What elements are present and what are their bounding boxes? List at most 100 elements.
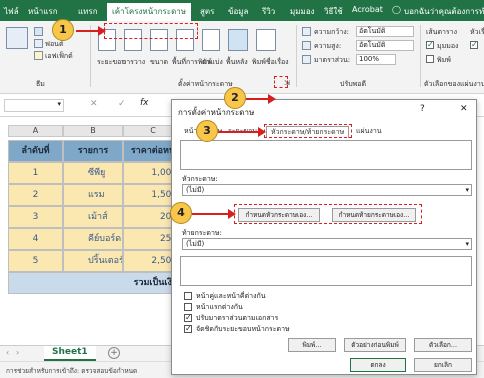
headings-view-checkbox[interactable]	[470, 40, 478, 49]
gridlines-print-label: พิมพ์	[437, 56, 451, 64]
print-titles-icon[interactable]	[256, 29, 276, 51]
close-icon[interactable]: ✕	[460, 104, 468, 114]
tab-view[interactable]: มุมมอง	[290, 5, 315, 18]
table-cell[interactable]: 5	[8, 250, 63, 272]
name-box[interactable]: ▾	[4, 99, 64, 112]
callout-badge-3: 3	[196, 120, 218, 142]
scale-icon	[302, 55, 311, 64]
highlight-page-layout-tab	[104, 23, 198, 39]
tab-page-layout[interactable]: เค้าโครงหน้ากระดาษ	[107, 3, 192, 21]
gridlines-print-checkbox[interactable]	[426, 55, 434, 63]
sheet-tab-sheet1[interactable]: Sheet1	[44, 346, 96, 361]
table-cell[interactable]: แรม	[63, 184, 123, 206]
arrow-4	[192, 213, 230, 215]
table-cell[interactable]: 2	[8, 184, 63, 206]
callout-badge-2: 2	[224, 87, 246, 109]
scroll-left-icon[interactable]: ‹	[6, 348, 9, 357]
page-setup-dialog: การตั้งค่าหน้ากระดาษ ? ✕ หน้ากระดาษ ระยะ…	[171, 99, 477, 375]
options-button[interactable]: ตัวเลือก...	[414, 338, 472, 352]
tab-file[interactable]: ไฟล์	[4, 5, 19, 18]
height-select[interactable]: อัตโนมัติ	[356, 40, 414, 51]
scale-input[interactable]: 100%	[356, 54, 396, 65]
align-with-margins-checkbox[interactable]	[184, 324, 192, 333]
different-first-page-label: หน้าแรกต่างกัน	[196, 303, 243, 311]
print-preview-button[interactable]: ตัวอย่างก่อนพิมพ์	[344, 338, 406, 352]
chevron-down-icon[interactable]: ▾	[57, 100, 61, 108]
colors-icon[interactable]	[34, 27, 43, 36]
group-separator	[420, 25, 421, 87]
arrow-head-icon	[268, 94, 276, 104]
tell-me-search[interactable]: บอกฉันว่าคุณต้องการทำอะไร	[404, 5, 484, 18]
chevron-down-icon: ▾	[465, 186, 469, 194]
effects-label[interactable]: เอฟเฟ็กต์	[45, 51, 73, 62]
fonts-icon[interactable]	[34, 39, 43, 48]
headings-label: หัวเรื่อง	[470, 28, 484, 36]
table-header-cell[interactable]: ลำดับที่	[8, 140, 63, 162]
gridlines-label: เส้นตาราง	[426, 28, 458, 36]
breaks-label[interactable]: ตัวแบ่ง	[202, 57, 223, 68]
width-icon	[302, 27, 311, 36]
arrow-1	[76, 30, 100, 32]
scale-with-document-label: ปรับมาตราส่วนตามเอกสาร	[196, 314, 279, 322]
footer-select-value: (ไม่มี)	[186, 240, 205, 248]
background-icon[interactable]	[228, 29, 248, 51]
function-icon[interactable]: fx	[140, 98, 149, 108]
cancel-button[interactable]: ยกเลิก	[414, 358, 472, 372]
group-separator	[90, 25, 91, 87]
tab-home[interactable]: หน้าแรก	[28, 5, 58, 18]
tab-sheet[interactable]: แผ่นงาน	[352, 126, 386, 138]
highlight-dialog-launcher	[274, 76, 288, 88]
enter-icon[interactable]: ✓	[118, 99, 126, 109]
tab-help[interactable]: วิธีใช้	[324, 5, 343, 18]
total-row-label[interactable]: รวมเป็นเงิน	[8, 272, 183, 294]
table-header-cell[interactable]: รายการ	[63, 140, 123, 162]
cancel-icon[interactable]: ✕	[90, 99, 98, 109]
tab-formulas[interactable]: สูตร	[200, 5, 214, 18]
table-cell[interactable]: 4	[8, 228, 63, 250]
different-odd-even-checkbox[interactable]	[184, 292, 192, 300]
tab-review[interactable]: รีวิว	[262, 5, 275, 18]
table-cell[interactable]: ซีพียู	[63, 162, 123, 184]
align-with-margins-label: จัดชิดกับระยะขอบหน้ากระดาษ	[196, 325, 290, 333]
table-cell[interactable]: 3	[8, 206, 63, 228]
footer-preview	[180, 256, 472, 286]
add-sheet-icon[interactable]: +	[108, 347, 120, 359]
arrow-head-icon	[228, 209, 236, 219]
header-select[interactable]: (ไม่มี) ▾	[182, 184, 472, 196]
different-first-page-checkbox[interactable]	[184, 303, 192, 311]
size-label[interactable]: ขนาด	[150, 57, 168, 68]
scale-with-document-checkbox[interactable]	[184, 313, 192, 322]
table-cell[interactable]: เม้าส์	[63, 206, 123, 228]
effects-icon[interactable]	[34, 51, 43, 60]
table-cell[interactable]: ปริ้นเตอร์	[63, 250, 123, 272]
tab-data[interactable]: ข้อมูล	[228, 5, 248, 18]
print-titles-label[interactable]: พิมพ์ชื่อเรื่อง	[252, 57, 289, 68]
themes-group-label: ธีม	[36, 80, 45, 88]
footer-select[interactable]: (ไม่มี) ▾	[182, 238, 472, 250]
column-header-a[interactable]: A	[8, 125, 63, 137]
table-cell[interactable]: คีย์บอร์ด	[63, 228, 123, 250]
help-icon[interactable]: ?	[420, 104, 425, 114]
arrow-3	[218, 131, 260, 133]
orientation-label[interactable]: การวาง	[122, 57, 145, 68]
scroll-right-icon[interactable]: ›	[16, 348, 19, 357]
tab-acrobat[interactable]: Acrobat	[352, 5, 383, 14]
scale-label: มาตราส่วน:	[314, 56, 351, 64]
ok-button[interactable]: ตกลง	[350, 358, 406, 372]
width-select[interactable]: อัตโนมัติ	[356, 26, 414, 37]
gridlines-view-checkbox[interactable]	[426, 40, 434, 49]
dialog-title: การตั้งค่าหน้ากระดาษ	[178, 108, 255, 117]
arrow-2	[246, 98, 270, 100]
height-label: ความสูง:	[314, 42, 342, 50]
background-label[interactable]: พื้นหลัง	[226, 57, 248, 68]
breaks-icon[interactable]	[202, 29, 220, 51]
arrow-head-icon	[98, 26, 106, 36]
print-button[interactable]: พิมพ์...	[288, 338, 336, 352]
column-header-b[interactable]: B	[63, 125, 123, 137]
table-cell[interactable]: 1	[8, 162, 63, 184]
tab-insert[interactable]: แทรก	[78, 5, 98, 18]
themes-icon[interactable]	[6, 27, 28, 49]
different-odd-even-label: หน้าคู่และหน้าคี่ต่างกัน	[196, 292, 266, 300]
sheet-options-group-label: ตัวเลือกของแผ่นงาน	[424, 80, 484, 88]
accessibility-status[interactable]: การช่วยสำหรับการเข้าถึง: ตรวจสอบข้อกำหนด	[6, 366, 137, 376]
